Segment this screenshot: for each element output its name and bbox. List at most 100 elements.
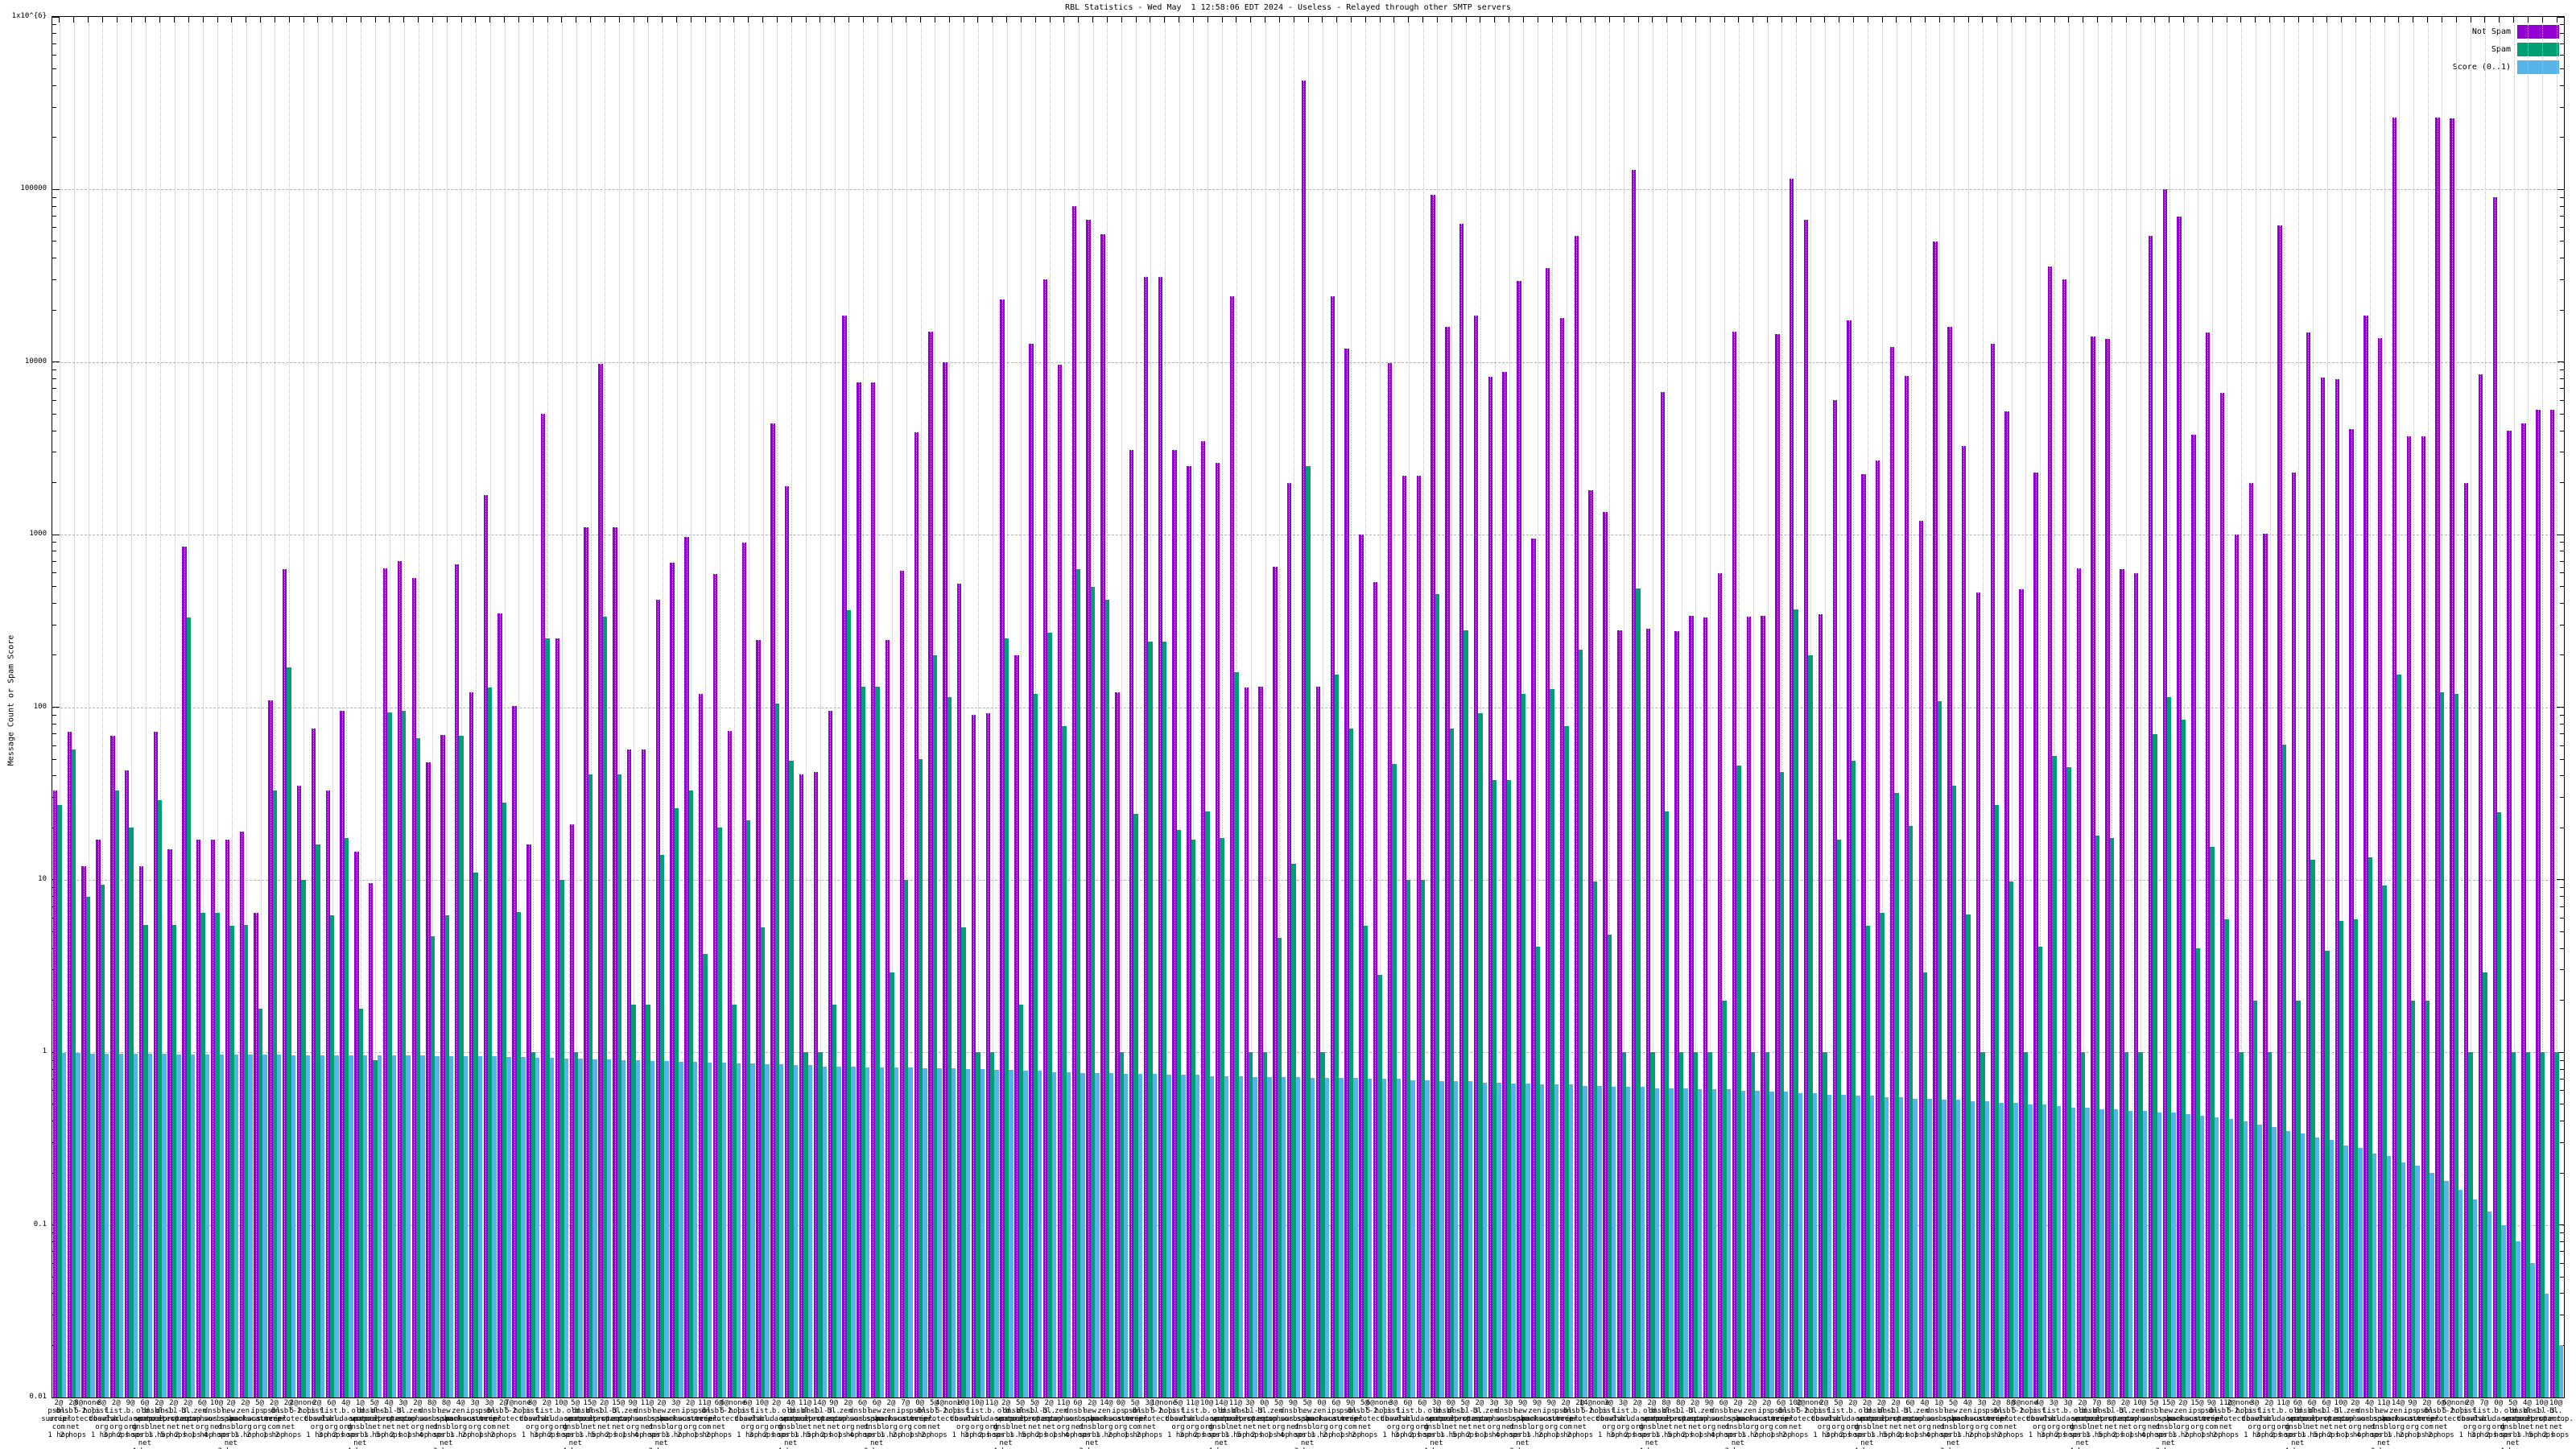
x-gridline-overlay	[671, 562, 673, 1397]
y-minor-tick-right	[2560, 1251, 2564, 1253]
x-tick-top	[1121, 17, 1122, 23]
bar-score	[965, 1069, 971, 1397]
x-gridline-overlay	[1245, 687, 1247, 1397]
x-tick-top	[1379, 17, 1381, 23]
bar-score	[2272, 1126, 2277, 1397]
x-gridline-overlay	[988, 713, 989, 1397]
x-tick-top	[2513, 17, 2515, 23]
bar-score	[2257, 1125, 2262, 1397]
bar-score	[204, 1055, 210, 1397]
bar-score	[2214, 1117, 2219, 1397]
y-minor-tick-left	[52, 196, 56, 198]
x-tick-top	[431, 17, 433, 23]
x-gridline-overlay	[1734, 332, 1736, 1397]
bar-score	[621, 1060, 626, 1397]
x-tick-top	[2025, 17, 2026, 23]
bar-score	[1166, 1075, 1171, 1397]
x-gridline-overlay	[2092, 336, 2094, 1397]
x-gridline-overlay	[370, 882, 372, 1397]
x-tick-top	[1034, 17, 1036, 23]
bar-score	[305, 1055, 311, 1397]
bar-score	[1037, 1071, 1042, 1397]
x-gridline-overlay	[585, 527, 587, 1397]
x-tick-top	[317, 17, 319, 23]
x-gridline-overlay	[1188, 465, 1190, 1397]
x-gridline-overlay	[2021, 589, 2022, 1397]
bar-score	[2415, 1166, 2420, 1397]
x-tick-top	[1221, 17, 1223, 23]
bar-score	[2429, 1173, 2434, 1397]
bar-score	[908, 1067, 913, 1397]
x-gridline-overlay	[169, 849, 171, 1397]
y-minor-tick-right	[2560, 758, 2564, 760]
x-gridline-overlay	[2035, 472, 2037, 1397]
x-tick-top	[1724, 17, 1725, 23]
y-minor-tick-right	[2560, 227, 2564, 229]
x-gridline-overlay	[973, 715, 975, 1397]
x-tick-top	[1795, 17, 1797, 23]
y-minor-tick-left	[52, 775, 56, 777]
bar-score	[105, 1054, 109, 1397]
bar-score	[377, 1055, 382, 1397]
x-tick-top	[662, 17, 663, 23]
x-tick-top	[1322, 17, 1323, 23]
x-gridline-overlay	[643, 749, 645, 1397]
y-minor-tick-left	[52, 586, 56, 588]
x-gridline-overlay	[385, 568, 386, 1397]
bar-score	[2286, 1131, 2291, 1397]
x-tick-top	[647, 17, 649, 23]
x-gridline-overlay	[1676, 631, 1678, 1397]
bar-score	[1253, 1076, 1257, 1397]
x-tick-top	[2140, 17, 2141, 23]
bar-score	[894, 1067, 899, 1397]
x-gridline-overlay	[772, 423, 774, 1397]
x-gridline-overlay	[2466, 482, 2467, 1397]
x-gridline-overlay	[2121, 569, 2123, 1397]
bar-score	[219, 1055, 225, 1397]
bar-score	[1396, 1079, 1402, 1397]
y-minor-tick-right	[2560, 896, 2564, 898]
y-minor-tick-right	[2560, 216, 2564, 217]
bar-score	[2501, 1224, 2506, 1397]
bar-score	[1137, 1074, 1143, 1397]
x-tick-top	[762, 17, 763, 23]
y-major-tick-left	[52, 707, 60, 708]
x-tick-top	[2068, 17, 2070, 23]
x-tick-top	[547, 17, 548, 23]
x-gridline-overlay	[313, 729, 315, 1397]
y-minor-tick-right	[2560, 1000, 2564, 1001]
y-minor-tick-right	[2560, 482, 2564, 484]
x-tick-top	[2355, 17, 2356, 23]
bar-score	[2544, 1293, 2549, 1397]
bar-score	[1554, 1084, 1559, 1397]
x-tick-top	[1465, 17, 1467, 23]
bar-score	[363, 1055, 368, 1397]
x-gridline-overlay	[1633, 169, 1635, 1397]
bar-score	[176, 1055, 181, 1397]
y-tick-label: 100	[33, 702, 47, 711]
x-gridline-overlay	[1331, 296, 1333, 1397]
bar-score	[2070, 1107, 2075, 1397]
y-minor-tick-right	[2560, 560, 2564, 562]
bar-score	[463, 1056, 469, 1397]
x-tick-top	[1393, 17, 1395, 23]
bar-score	[736, 1063, 741, 1397]
x-gridline-overlay	[1088, 219, 1089, 1397]
y-minor-tick-left	[52, 205, 56, 207]
y-minor-tick-right	[2560, 68, 2564, 70]
x-gridline-overlay	[2495, 197, 2496, 1397]
x-tick-top	[2541, 17, 2543, 23]
x-tick-top	[1767, 17, 1768, 23]
bar-score	[1238, 1075, 1243, 1397]
x-gridline-overlay	[2365, 316, 2367, 1397]
x-gridline-overlay	[887, 640, 889, 1397]
x-tick-top	[1637, 17, 1639, 23]
y-minor-tick-right	[2560, 1241, 2564, 1242]
x-tick-top	[1666, 17, 1668, 23]
x-gridline-overlay	[2150, 235, 2152, 1397]
x-tick-top	[202, 17, 204, 23]
y-minor-tick-left	[52, 758, 56, 760]
x-tick-top	[776, 17, 778, 23]
y-minor-tick-left	[52, 24, 56, 26]
bar-score	[2243, 1121, 2248, 1397]
